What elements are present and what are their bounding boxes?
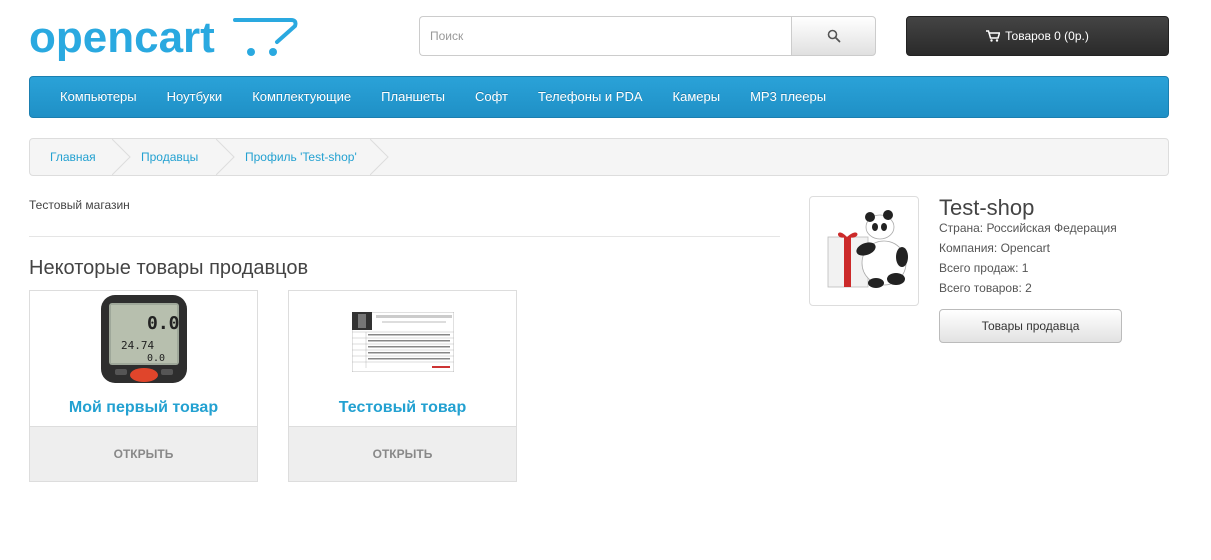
product-image[interactable]: 0.0 24.74 0.0 [30,291,257,391]
seller-company: Компания: Opencart [939,241,1050,255]
product-name[interactable]: Мой первый товар [30,399,257,417]
logo-cart-wheel-left [247,48,255,56]
seller-description: Тестовый магазин [29,198,130,212]
menu-item-components[interactable]: Комплектующие [237,76,366,118]
breadcrumb-profile[interactable]: Профиль 'Test-shop' [245,139,357,175]
search-icon [827,29,840,43]
spreadsheet-image [351,312,454,372]
shopping-cart-icon [986,30,1001,42]
search-button[interactable] [791,16,876,56]
open-product-button[interactable]: ОТКРЫТЬ [289,426,516,481]
seller-products-button[interactable]: Товары продавца [939,309,1122,343]
breadcrumb-home[interactable]: Главная [50,139,96,175]
seller-total-products: Всего товаров: 2 [939,281,1032,295]
menu-item-computers[interactable]: Компьютеры [45,76,152,118]
menu-item-phones[interactable]: Телефоны и PDA [523,76,658,118]
seller-country: Страна: Российская Федерация [939,221,1117,235]
logo-cart-wheel-right [269,48,277,56]
svg-text:0.0: 0.0 [147,353,165,364]
breadcrumb: Главная Продавцы Профиль 'Test-shop' [29,138,1169,176]
section-title: Некоторые товары продавцов [29,257,309,279]
divider [29,236,780,237]
product-card: Тестовый товар ОТКРЫТЬ [288,290,517,482]
search-input[interactable] [419,16,791,56]
product-card: 0.0 24.74 0.0 Мой первый товар ОТКРЫТЬ [29,290,258,482]
seller-name: Test-shop [939,195,1035,220]
seller-avatar [809,196,919,306]
menu-item-tablets[interactable]: Планшеты [366,76,460,118]
breadcrumb-separator [370,139,389,175]
category-menu: Компьютеры Ноутбуки Комплектующие Планше… [29,76,1169,118]
panda-gift-image [814,201,914,301]
breadcrumb-separator [216,139,235,175]
bike-computer-image: 0.0 24.74 0.0 [100,295,187,383]
product-image[interactable] [289,291,516,391]
logo-cart-handle [233,18,298,44]
breadcrumb-sellers[interactable]: Продавцы [141,139,198,175]
opencart-logo[interactable]: opencart [29,12,299,68]
open-product-button[interactable]: ОТКРЫТЬ [30,426,257,481]
svg-text:24.74: 24.74 [121,339,154,352]
seller-total-sales: Всего продаж: 1 [939,261,1029,275]
cart-label: Товаров 0 (0р.) [1005,29,1089,43]
search-bar [419,16,876,56]
menu-item-cameras[interactable]: Камеры [658,76,736,118]
logo-text: opencart [29,13,215,62]
svg-text:0.0: 0.0 [147,313,180,334]
product-name[interactable]: Тестовый товар [289,399,516,417]
cart-button[interactable]: Товаров 0 (0р.) [906,16,1169,56]
menu-item-laptops[interactable]: Ноутбуки [152,76,238,118]
breadcrumb-separator [112,139,131,175]
menu-item-mp3[interactable]: MP3 плееры [735,76,841,118]
logo-graphic: opencart [29,13,298,62]
menu-item-software[interactable]: Софт [460,76,523,118]
